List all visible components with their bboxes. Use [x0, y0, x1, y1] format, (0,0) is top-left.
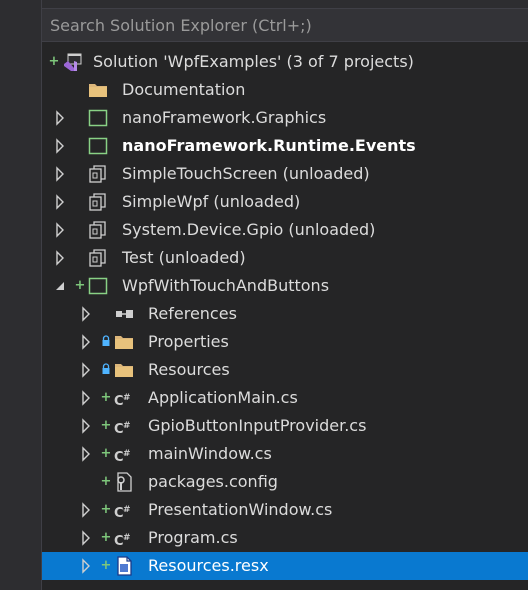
tree-item-label: Program.cs: [148, 528, 238, 547]
pending-add-icon: +: [100, 446, 112, 461]
tree-item-label: Test (unloaded): [122, 248, 246, 267]
csharp-file-icon: C#: [114, 505, 131, 521]
expander-collapsed-icon[interactable]: [54, 194, 66, 210]
tree-item[interactable]: + C# GpioButtonInputProvider.cs: [42, 412, 528, 440]
tree-item-label: GpioButtonInputProvider.cs: [148, 416, 367, 435]
tree-item-label: Resources: [148, 360, 230, 379]
lock-icon: [100, 363, 112, 377]
folder-icon: [88, 80, 108, 100]
tree-item-label: nanoFramework.Runtime.Events: [122, 136, 416, 155]
tree-item[interactable]: nanoFramework.Runtime.Events: [42, 132, 528, 160]
expander-collapsed-icon[interactable]: [54, 166, 66, 182]
folder-icon: [114, 360, 134, 380]
tree-item[interactable]: Test (unloaded): [42, 244, 528, 272]
project-icon: [88, 136, 108, 156]
tree-item-label: nanoFramework.Graphics: [122, 108, 327, 127]
resx-file-icon: [114, 556, 134, 576]
tree-item-label: SimpleWpf (unloaded): [122, 192, 301, 211]
expander-collapsed-icon[interactable]: [80, 530, 92, 546]
pending-add-icon: +: [100, 474, 112, 489]
tree-item[interactable]: Properties: [42, 328, 528, 356]
csharp-file-icon: C#: [114, 393, 131, 409]
expander-collapsed-icon[interactable]: [54, 222, 66, 238]
tree-item[interactable]: Resources: [42, 356, 528, 384]
tree-item[interactable]: Documentation: [42, 76, 528, 104]
tree-item[interactable]: References: [42, 300, 528, 328]
tree-item-label: packages.config: [148, 472, 278, 491]
tree-item[interactable]: + C# Program.cs: [42, 524, 528, 552]
tree-item[interactable]: nanoFramework.Graphics: [42, 104, 528, 132]
lock-icon: [100, 335, 112, 349]
expander-collapsed-icon[interactable]: [80, 306, 92, 322]
expander-collapsed-icon[interactable]: [54, 138, 66, 154]
tree-item-label: System.Device.Gpio (unloaded): [122, 220, 376, 239]
csharp-file-icon: C#: [114, 421, 131, 437]
tree-item[interactable]: + Resources.resx: [42, 552, 528, 580]
tree-item-label: Documentation: [122, 80, 246, 99]
tree-item-label: ApplicationMain.cs: [148, 388, 298, 407]
references-icon: [114, 304, 134, 324]
solution-tree: + Solution 'WpfExamples' (3 of 7 projects…: [42, 46, 528, 590]
expander-collapsed-icon[interactable]: [80, 558, 92, 574]
tree-item[interactable]: SimpleTouchScreen (unloaded): [42, 160, 528, 188]
tree-item[interactable]: + C# mainWindow.cs: [42, 440, 528, 468]
config-file-icon: [114, 472, 134, 492]
unloaded-project-icon: [88, 220, 108, 240]
tree-item[interactable]: + packages.config: [42, 468, 528, 496]
tree-item[interactable]: SimpleWpf (unloaded): [42, 188, 528, 216]
tree-item[interactable]: + WpfWithTouchAndButtons: [42, 272, 528, 300]
search-box[interactable]: [42, 8, 528, 42]
tree-item[interactable]: + C# PresentationWindow.cs: [42, 496, 528, 524]
csharp-file-icon: C#: [114, 533, 131, 549]
expander-collapsed-icon[interactable]: [80, 418, 92, 434]
unloaded-project-icon: [88, 164, 108, 184]
pending-add-icon: +: [74, 278, 86, 293]
expander-expanded-icon[interactable]: [54, 278, 66, 294]
visual-studio-solution-icon: [62, 52, 82, 72]
expander-collapsed-icon[interactable]: [80, 390, 92, 406]
tree-item-label: References: [148, 304, 237, 323]
unloaded-project-icon: [88, 192, 108, 212]
expander-collapsed-icon[interactable]: [54, 250, 66, 266]
folder-icon: [114, 332, 134, 352]
tree-item-label: PresentationWindow.cs: [148, 500, 333, 519]
tree-item[interactable]: System.Device.Gpio (unloaded): [42, 216, 528, 244]
pending-add-icon: +: [100, 418, 112, 433]
panel-top-border: [42, 0, 528, 8]
expander-collapsed-icon[interactable]: [80, 446, 92, 462]
tree-item-label: mainWindow.cs: [148, 444, 272, 463]
tree-item[interactable]: + C# ApplicationMain.cs: [42, 384, 528, 412]
pending-add-icon: +: [100, 558, 112, 573]
project-icon: [88, 276, 108, 296]
csharp-file-icon: C#: [114, 449, 131, 465]
tree-item[interactable]: + Solution 'WpfExamples' (3 of 7 projects…: [42, 48, 528, 76]
tree-item-label: Solution 'WpfExamples' (3 of 7 projects): [93, 52, 414, 71]
tree-item-label: Resources.resx: [148, 556, 269, 575]
expander-collapsed-icon[interactable]: [80, 502, 92, 518]
left-gutter: [0, 0, 42, 590]
tree-item-label: Properties: [148, 332, 229, 351]
unloaded-project-icon: [88, 248, 108, 268]
search-input[interactable]: [42, 9, 528, 41]
pending-add-icon: +: [100, 390, 112, 405]
expander-collapsed-icon[interactable]: [80, 362, 92, 378]
expander-collapsed-icon[interactable]: [80, 334, 92, 350]
project-icon: [88, 108, 108, 128]
expander-collapsed-icon[interactable]: [54, 110, 66, 126]
tree-item-label: SimpleTouchScreen (unloaded): [122, 164, 370, 183]
pending-add-icon: +: [100, 502, 112, 517]
tree-item-label: WpfWithTouchAndButtons: [122, 276, 330, 295]
pending-add-icon: +: [48, 54, 60, 69]
pending-add-icon: +: [100, 530, 112, 545]
